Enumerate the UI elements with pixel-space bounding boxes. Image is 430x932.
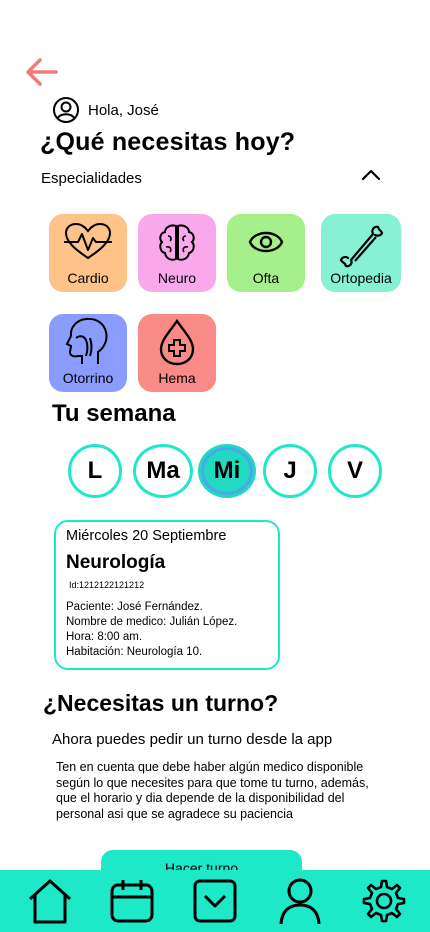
collapse-button[interactable]	[360, 164, 382, 186]
specialty-card-neuro[interactable]: Neuro	[138, 214, 216, 292]
heart-pulse-icon	[64, 222, 112, 260]
page-title: ¿Qué necesitas hoy?	[40, 128, 296, 156]
appointment-room: Habitación: Neurología 10.	[66, 646, 203, 658]
appointment-card[interactable]: Miércoles 20 Septiembre Neurología Id:12…	[54, 520, 280, 670]
download-box-icon	[193, 879, 237, 923]
user-icon	[279, 878, 321, 925]
appointment-time: Hora: 8:00 am.	[66, 631, 143, 643]
day-thursday[interactable]: J	[263, 444, 317, 498]
booking-subtitle: Ahora puedes pedir un turno desde la app	[52, 731, 333, 748]
nav-profile[interactable]	[276, 876, 324, 926]
week-title: Tu semana	[52, 400, 176, 427]
chevron-up-icon	[361, 169, 381, 181]
specialty-card-hema[interactable]: Hema	[138, 314, 216, 392]
specialty-label: Neuro	[157, 270, 197, 286]
blood-drop-icon	[159, 318, 195, 366]
nav-settings[interactable]	[358, 876, 406, 926]
specialty-label: Hema	[158, 370, 196, 386]
eye-icon	[248, 231, 284, 253]
specialty-card-ofta[interactable]: Ofta	[227, 214, 305, 292]
greeting-text: Hola, José	[88, 101, 159, 119]
appointment-patient: Paciente: José Fernández.	[66, 601, 203, 613]
head-throat-icon	[65, 317, 108, 364]
back-button[interactable]	[22, 54, 62, 90]
specialty-label: Ofta	[252, 270, 280, 286]
nav-inbox[interactable]	[191, 876, 239, 926]
day-wednesday[interactable]: Mi	[198, 444, 256, 498]
day-tuesday[interactable]: Ma	[133, 444, 193, 498]
specialty-card-cardio[interactable]: Cardio	[49, 214, 127, 292]
appointment-date: Miércoles 20 Septiembre	[66, 528, 227, 544]
arrow-left-icon	[26, 58, 58, 86]
brain-icon	[159, 224, 195, 261]
bone-icon	[339, 225, 384, 268]
specialty-label: Otorrino	[62, 370, 114, 386]
appointment-id: Id:1212122121212	[69, 580, 145, 590]
specialty-label: Cardio	[67, 270, 109, 286]
specialty-card-ortopedia[interactable]: Ortopedia	[321, 214, 401, 292]
greeting: Hola, José	[52, 96, 159, 124]
appointment-specialty: Neurología	[66, 552, 166, 573]
nav-home[interactable]	[26, 876, 74, 926]
home-icon	[28, 879, 72, 924]
nav-calendar[interactable]	[108, 876, 156, 926]
specialties-label: Especialidades	[41, 170, 142, 187]
booking-note: Ten en cuenta que debe haber algún medic…	[56, 760, 369, 821]
appointment-doctor: Nombre de medico: Julián López.	[66, 616, 238, 628]
gear-icon	[362, 879, 406, 923]
day-monday[interactable]: L	[68, 444, 122, 498]
specialty-label: Ortopedia	[330, 270, 392, 286]
specialty-card-otorrino[interactable]: Otorrino	[49, 314, 127, 392]
calendar-icon	[110, 880, 154, 923]
day-friday[interactable]: V	[328, 444, 382, 498]
booking-title: ¿Necesitas un turno?	[43, 690, 279, 716]
user-circle-icon	[53, 97, 79, 123]
